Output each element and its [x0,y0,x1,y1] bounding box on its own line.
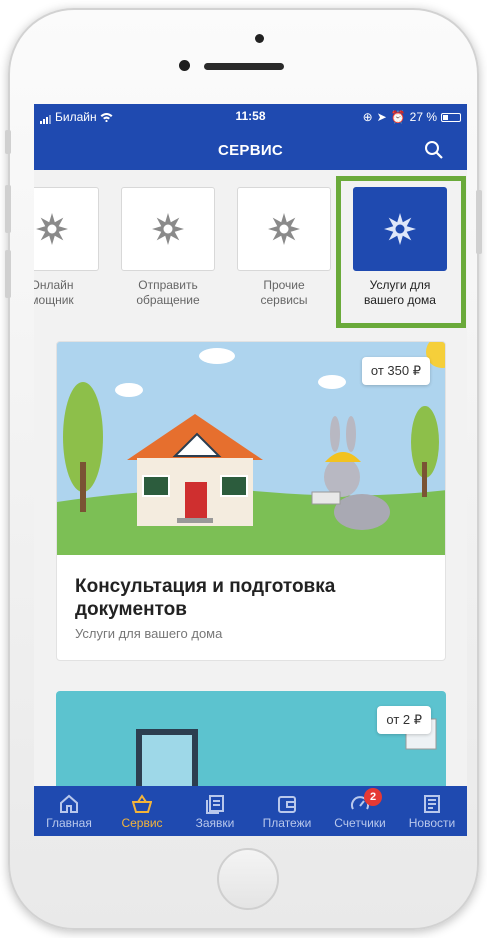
price-badge: от 350 ₽ [361,357,430,385]
tab-meters[interactable]: Счетчики 2 [324,786,396,836]
location-icon: ➤ [376,110,387,124]
front-camera [179,60,190,71]
notification-badge: 2 [364,788,382,806]
tile-online-helper[interactable] [34,187,99,271]
tab-requests[interactable]: Заявки [179,786,251,836]
card-title: Консультация и подготовка документов [75,576,336,620]
mute-switch [5,130,11,154]
volume-up-button [5,185,11,233]
tile-label: Онлайн мощник [34,278,74,307]
tile-other-services[interactable] [237,187,331,271]
battery-percent: 27 % [409,110,437,124]
earpiece-speaker [204,63,284,70]
volume-down-button [5,250,11,298]
card-subtitle: Услуги для вашего дома [75,626,223,641]
home-button[interactable] [217,848,279,910]
news-icon [424,795,440,813]
wallet-icon [278,796,296,813]
tab-news[interactable]: Новости [396,786,467,836]
battery-icon [441,112,461,122]
home-icon [60,794,78,813]
tab-home[interactable]: Главная [34,786,105,836]
tile-label: Прочие сервисы [260,278,308,307]
request-swirl-icon [152,213,184,245]
requests-icon [206,795,224,814]
services-swirl-icon [268,213,300,245]
page-title: СЕРВИС [217,142,284,159]
service-card[interactable]: от 350 ₽ Консультация и подготовка докум… [56,341,446,661]
tab-payments[interactable]: Платежи [251,786,323,836]
alarm-icon: ⏰ [390,110,406,124]
app-screen: Билайн 11:58 ⊕ ➤ ⏰ 27 % СЕРВИС Онлайн мощ… [34,104,467,836]
tab-service[interactable]: Сервис [106,786,178,836]
rotation-lock-icon: ⊕ [362,110,373,124]
top-app-bar: СЕРВИС [34,130,467,170]
helper-swirl-icon [36,213,68,245]
selection-highlight [336,176,466,328]
search-icon[interactable] [423,139,445,161]
tile-label: Отправить обращение [136,278,200,307]
bottom-tab-bar: Главная Сервис Заявки Платежи Счетчики 2… [34,786,467,836]
tile-send-request[interactable] [121,187,215,271]
status-bar: Билайн 11:58 ⊕ ➤ ⏰ 27 % [34,104,467,130]
basket-icon [132,794,152,813]
camera-dot [255,34,264,43]
power-button [476,190,482,254]
price-badge-2: от 2 ₽ [377,706,431,734]
